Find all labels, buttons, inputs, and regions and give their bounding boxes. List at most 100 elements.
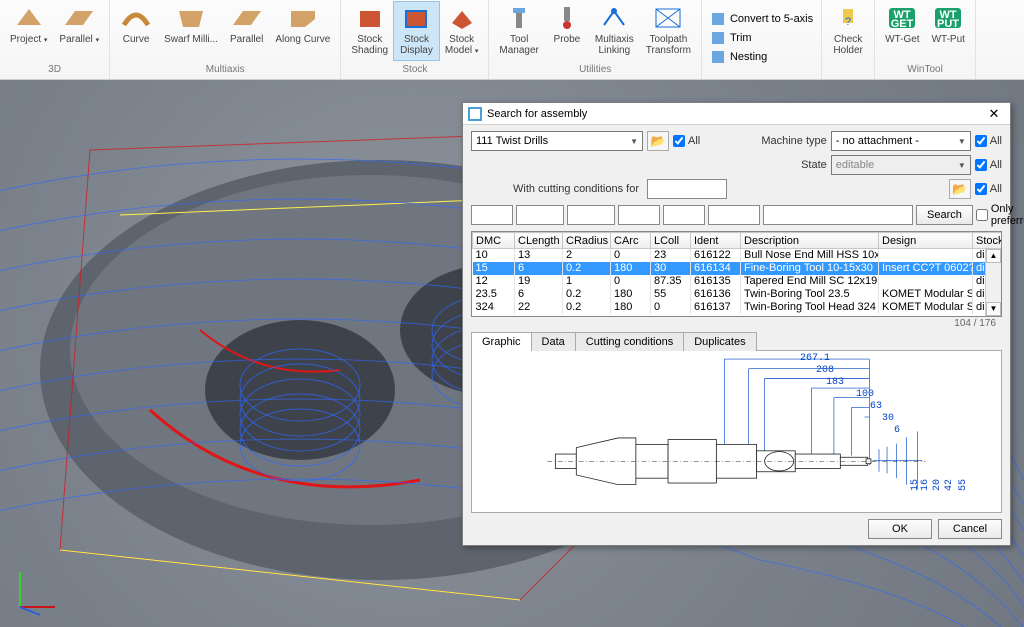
only-preferred-checkbox[interactable]: Only preferred	[976, 203, 1024, 227]
ribbon-label: Curve	[123, 34, 150, 45]
table-cell: 616137	[691, 301, 741, 314]
column-header[interactable]: Stockst.	[973, 233, 1003, 249]
table-row[interactable]: 12191087.35616135Tapered End Mill SC 12x…	[473, 275, 1003, 288]
ribbon-group-caption: 3D	[4, 63, 105, 77]
nesting-icon	[710, 49, 726, 65]
cancel-label: Cancel	[953, 523, 987, 535]
table-cell: KOMET Modular Sys...	[879, 301, 973, 314]
graphic-pane: 267.1208183100633061516204255	[471, 351, 1002, 513]
search-field-3[interactable]	[567, 205, 615, 225]
search-field-5[interactable]	[663, 205, 705, 225]
nesting-button[interactable]: Nesting	[710, 48, 813, 66]
table-cell: Tapered End Mill SC 12x19 ...	[741, 275, 879, 288]
column-header[interactable]: Design	[879, 233, 973, 249]
table-row[interactable]: 10132023616122Bull Nose End Mill HSS 10x…	[473, 249, 1003, 262]
probe-button[interactable]: Probe	[545, 2, 589, 60]
parallel-button[interactable]: Parallel ▾	[53, 2, 105, 60]
table-cell: Twin-Boring Tool Head 324	[741, 301, 879, 314]
ok-button[interactable]: OK	[868, 519, 932, 539]
table-row[interactable]: 1560.218030616134Fine-Boring Tool 10-15x…	[473, 262, 1003, 275]
table-cell: 616136	[691, 288, 741, 301]
dimension-label: 267.1	[800, 353, 830, 364]
along-curve-button[interactable]: Along Curve	[269, 2, 336, 60]
swarf-button[interactable]: Swarf Milli...	[158, 2, 224, 60]
close-icon[interactable]: ✕	[982, 106, 1006, 122]
ribbon-label: ToolManager	[499, 34, 538, 56]
stock-shading-button[interactable]: StockShading	[345, 2, 394, 60]
column-header[interactable]: DMC	[473, 233, 515, 249]
machine-type-combo[interactable]: - no attachment -▼	[831, 131, 971, 151]
stock-display-icon	[400, 4, 432, 32]
dimension-label: 20	[932, 479, 943, 491]
dialog-titlebar[interactable]: Search for assembly ✕	[463, 103, 1010, 125]
cancel-button[interactable]: Cancel	[938, 519, 1002, 539]
table-cell: 87.35	[651, 275, 691, 288]
search-field-7[interactable]	[763, 205, 913, 225]
column-header[interactable]: Description	[741, 233, 879, 249]
multiaxis-linking-button[interactable]: MultiaxisLinking	[589, 2, 640, 60]
trim-button[interactable]: Trim	[710, 29, 813, 47]
machine-all-checkbox[interactable]: All	[975, 135, 1002, 147]
state-all-checkbox[interactable]: All	[975, 159, 1002, 171]
class-combo[interactable]: 111 Twist Drills▼	[471, 131, 643, 151]
stock-model-button[interactable]: StockModel ▾	[439, 2, 485, 60]
table-cell: 6	[515, 262, 563, 275]
ribbon-label: ToolpathTransform	[646, 34, 691, 56]
table-cell	[879, 249, 973, 262]
cutting-cond-input[interactable]	[647, 179, 727, 199]
wtput-button[interactable]: WTPUTWT-Put	[926, 2, 971, 60]
ribbon-label: Parallel ▾	[59, 34, 99, 46]
convert5axis-icon	[710, 11, 726, 27]
dialog-icon	[467, 106, 483, 122]
scroll-down-icon[interactable]: ▼	[986, 302, 1001, 316]
column-header[interactable]: CLength	[515, 233, 563, 249]
tab-data[interactable]: Data	[531, 332, 576, 351]
dimension-label: 183	[826, 377, 844, 388]
wtget-button[interactable]: WTGETWT-Get	[879, 2, 925, 60]
toolpath-transform-button[interactable]: ToolpathTransform	[640, 2, 697, 60]
search-button[interactable]: Search	[916, 205, 973, 225]
folder-open-button[interactable]: 📂	[647, 131, 669, 151]
project-button[interactable]: Project ▾	[4, 2, 53, 60]
column-header[interactable]: CRadius	[563, 233, 611, 249]
column-header[interactable]: CArc	[611, 233, 651, 249]
table-cell: 0	[611, 275, 651, 288]
all-label: All	[990, 159, 1002, 171]
search-field-1[interactable]	[471, 205, 513, 225]
cutcond-all-checkbox[interactable]: All	[975, 183, 1002, 195]
dimension-label: 16	[920, 479, 931, 491]
ribbon-label: Probe	[554, 34, 581, 45]
ok-label: OK	[892, 523, 908, 535]
scroll-up-icon[interactable]: ▲	[986, 249, 1001, 263]
cutting-cond-browse-button[interactable]: 📂	[949, 179, 971, 199]
search-field-4[interactable]	[618, 205, 660, 225]
tab-cutting-conditions[interactable]: Cutting conditions	[575, 332, 684, 351]
search-field-6[interactable]	[708, 205, 760, 225]
ribbon-group-caption: Utilities	[493, 63, 697, 77]
all-checkbox[interactable]: All	[673, 135, 700, 147]
ribbon-group-caption: Stock	[345, 63, 484, 77]
results-grid[interactable]: DMCCLengthCRadiusCArcLCollIdentDescripti…	[471, 231, 1002, 317]
search-button-label: Search	[927, 209, 962, 221]
table-cell: 30	[651, 262, 691, 275]
grid-scrollbar[interactable]: ▲▼	[985, 249, 1001, 316]
tab-duplicates[interactable]: Duplicates	[683, 332, 756, 351]
parallel2-button[interactable]: Parallel	[224, 2, 269, 60]
convert5axis-button[interactable]: Convert to 5-axis	[710, 10, 813, 28]
table-row[interactable]: 324220.21800616137Twin-Boring Tool Head …	[473, 301, 1003, 314]
table-cell: 22	[515, 301, 563, 314]
table-cell: 23.5	[473, 288, 515, 301]
parallel-icon	[63, 4, 95, 32]
column-header[interactable]: Ident	[691, 233, 741, 249]
tool-manager-button[interactable]: ToolManager	[493, 2, 544, 60]
column-header[interactable]: LColl	[651, 233, 691, 249]
stock-display-button[interactable]: StockDisplay	[394, 2, 439, 60]
dimension-label: 6	[894, 425, 900, 436]
search-field-2[interactable]	[516, 205, 564, 225]
table-cell: 6	[515, 288, 563, 301]
curve-button[interactable]: Curve	[114, 2, 158, 60]
tab-graphic[interactable]: Graphic	[471, 332, 532, 351]
check-holder-button[interactable]: ?CheckHolder	[826, 2, 870, 60]
table-row[interactable]: 23.560.218055616136Twin-Boring Tool 23.5…	[473, 288, 1003, 301]
chevron-down-icon: ▼	[958, 161, 966, 170]
